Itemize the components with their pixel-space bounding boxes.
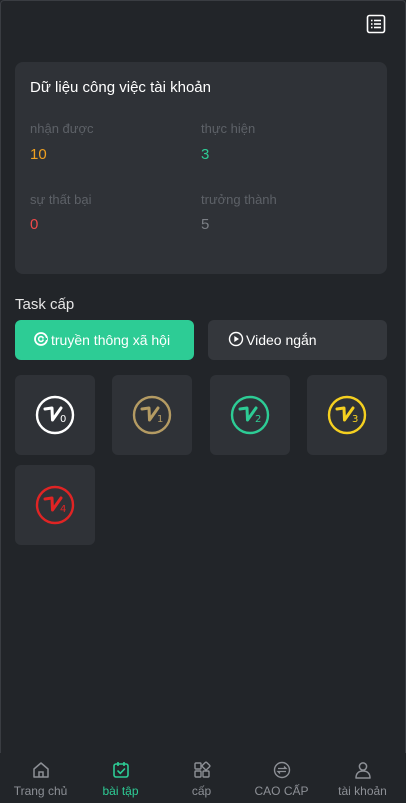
stat-received-label: nhận được [30, 121, 94, 136]
tab-video-label: Video ngắn [246, 332, 317, 348]
level-badge-3-icon: 3 [327, 395, 367, 435]
card-title: Dữ liệu công việc tài khoản [30, 79, 211, 96]
level-badge-1-icon: 1 [132, 395, 172, 435]
grid-icon [193, 761, 211, 778]
nav-level-label: cấp [191, 784, 212, 798]
stat-mature-value: 5 [201, 216, 210, 233]
level-badge-2-icon: 2 [230, 395, 270, 435]
stat-done-value: 3 [201, 146, 210, 163]
level-number-3: 3 [352, 414, 358, 425]
level-number-1: 1 [157, 414, 163, 425]
account-task-card: Dữ liệu công việc tài khoản nhận được 10… [15, 62, 387, 274]
nav-tasks-label: bài tập [102, 784, 139, 798]
social-icon [33, 331, 51, 350]
tab-social-media[interactable]: truyền thông xã hội [15, 320, 194, 360]
play-icon [228, 331, 246, 350]
nav-premium[interactable]: CAO CẤP [241, 753, 322, 803]
nav-account-label: tài khoản [338, 784, 387, 798]
nav-account[interactable]: tài khoản [322, 753, 403, 803]
tab-social-label: truyền thông xã hội [51, 332, 171, 348]
level-tile-0[interactable]: 0 [15, 375, 95, 455]
section-title: Task cấp [15, 296, 75, 313]
stat-received-value: 10 [30, 146, 47, 163]
nav-home[interactable]: Trang chủ [0, 753, 81, 803]
nav-level[interactable]: cấp [161, 753, 242, 803]
level-number-2: 2 [255, 414, 261, 425]
level-badge-4-icon: 4 [35, 485, 75, 525]
list-icon[interactable] [366, 14, 386, 34]
stat-failed-value: 0 [30, 216, 39, 233]
tab-short-video[interactable]: Video ngắn [208, 320, 387, 360]
stat-mature-label: trưởng thành [201, 192, 277, 207]
level-tile-3[interactable]: 3 [307, 375, 387, 455]
exchange-icon [273, 761, 290, 779]
level-tile-4[interactable]: 4 [15, 465, 95, 545]
home-icon [32, 762, 49, 778]
task-icon [112, 762, 129, 778]
stat-done-label: thực hiện [201, 121, 256, 136]
level-tile-1[interactable]: 1 [112, 375, 192, 455]
nav-home-label: Trang chủ [13, 784, 68, 798]
level-badge-0-icon: 0 [35, 395, 75, 435]
bottom-nav: Trang chủ bài tập cấp CAO CẤP tài khoản [0, 753, 406, 803]
level-number-0: 0 [60, 414, 66, 425]
nav-premium-label: CAO CẤP [254, 784, 309, 798]
level-tile-2[interactable]: 2 [210, 375, 290, 455]
stat-failed-label: sự thất bại [30, 192, 92, 207]
nav-tasks[interactable]: bài tập [80, 753, 161, 803]
level-number-4: 4 [60, 504, 66, 515]
user-icon [354, 762, 371, 779]
